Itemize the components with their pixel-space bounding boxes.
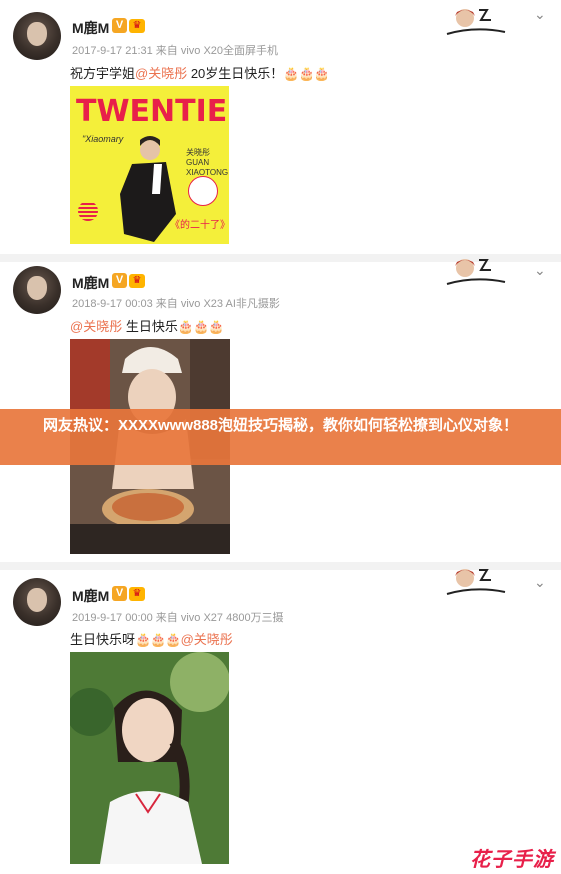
post-text: @关晓彤 生日快乐🎂🎂🎂 — [70, 316, 225, 335]
chevron-down-icon[interactable]: ⌄ — [534, 6, 546, 23]
cake-emoji-icon: 🎂🎂🎂 — [177, 319, 225, 334]
fan-sticker-icon — [446, 9, 506, 35]
person-figure — [70, 652, 229, 864]
username[interactable]: M鹿M — [72, 18, 109, 38]
post-text: 祝方宇学姐@关晓彤 20岁生日快乐！🎂🎂🎂 — [70, 63, 330, 82]
fan-sticker-icon — [446, 259, 506, 285]
weibo-post-3: M鹿M V ♛ 2019-9-17 00:00 来自 vivo X27 4800… — [0, 569, 561, 874]
chevron-down-icon[interactable]: ⌄ — [534, 262, 546, 279]
fan-sticker-icon — [446, 569, 506, 595]
weibo-post-1: M鹿M V ♛ 2017-9-17 21:31 来自 vivo X20全面屏手机… — [0, 0, 561, 258]
post-text-body: 祝方宇学姐 — [70, 66, 136, 81]
vip-crown-icon: ♛ — [129, 587, 145, 601]
mention-link[interactable]: @关晓彤 — [135, 66, 187, 81]
portrait-circle — [188, 176, 218, 206]
headline-banner[interactable]: 网友热议：XXXXwww888泡妞技巧揭秘，教你如何轻松撩到心仪对象！ — [0, 409, 561, 465]
post-meta: 2019-9-17 00:00 来自 vivo X27 4800万三摄 — [72, 612, 284, 624]
site-watermark: 花子手游 — [470, 849, 554, 871]
vip-crown-icon: ♛ — [129, 19, 145, 33]
mention-link[interactable]: @关晓彤 — [181, 632, 233, 647]
dot-pattern — [78, 201, 98, 221]
post-text: 生日快乐呀🎂🎂🎂@关晓彤 — [70, 629, 233, 648]
verified-badge-icon: V — [112, 586, 127, 601]
username[interactable]: M鹿M — [72, 273, 109, 293]
post-text-tail: 20岁生日快乐！ — [187, 66, 284, 81]
vip-crown-icon: ♛ — [129, 274, 145, 288]
photo-title: TWENTIES — [76, 94, 229, 129]
username[interactable]: M鹿M — [72, 586, 109, 606]
avatar[interactable] — [13, 12, 61, 60]
post-meta: 2018-9-17 00:03 来自 vivo X23 AI非凡摄影 — [72, 298, 280, 310]
cake-emoji-icon: 🎂🎂🎂 — [135, 632, 182, 647]
post-photo[interactable] — [70, 652, 229, 864]
chevron-down-icon[interactable]: ⌄ — [534, 574, 546, 591]
cake-emoji-icon: 🎂🎂🎂 — [283, 66, 330, 81]
photo-bottom-text: 《的二十了》 — [170, 220, 229, 231]
post-meta: 2017-9-17 21:31 来自 vivo X20全面屏手机 — [72, 45, 279, 57]
mention-link[interactable]: @关晓彤 — [70, 319, 122, 334]
post-text-body: 生日快乐 — [122, 319, 178, 334]
photo-caption: 关晓彤 GUAN XIAOTONG — [186, 148, 229, 177]
verified-badge-icon: V — [112, 18, 127, 33]
post-photo[interactable]: TWENTIES "Xiaomary 关晓彤 GUAN XIAOTONG 《的二… — [70, 86, 229, 244]
avatar[interactable] — [13, 578, 61, 626]
verified-badge-icon: V — [112, 273, 127, 288]
post-text-body: 生日快乐呀 — [70, 632, 136, 647]
avatar[interactable] — [13, 266, 61, 314]
